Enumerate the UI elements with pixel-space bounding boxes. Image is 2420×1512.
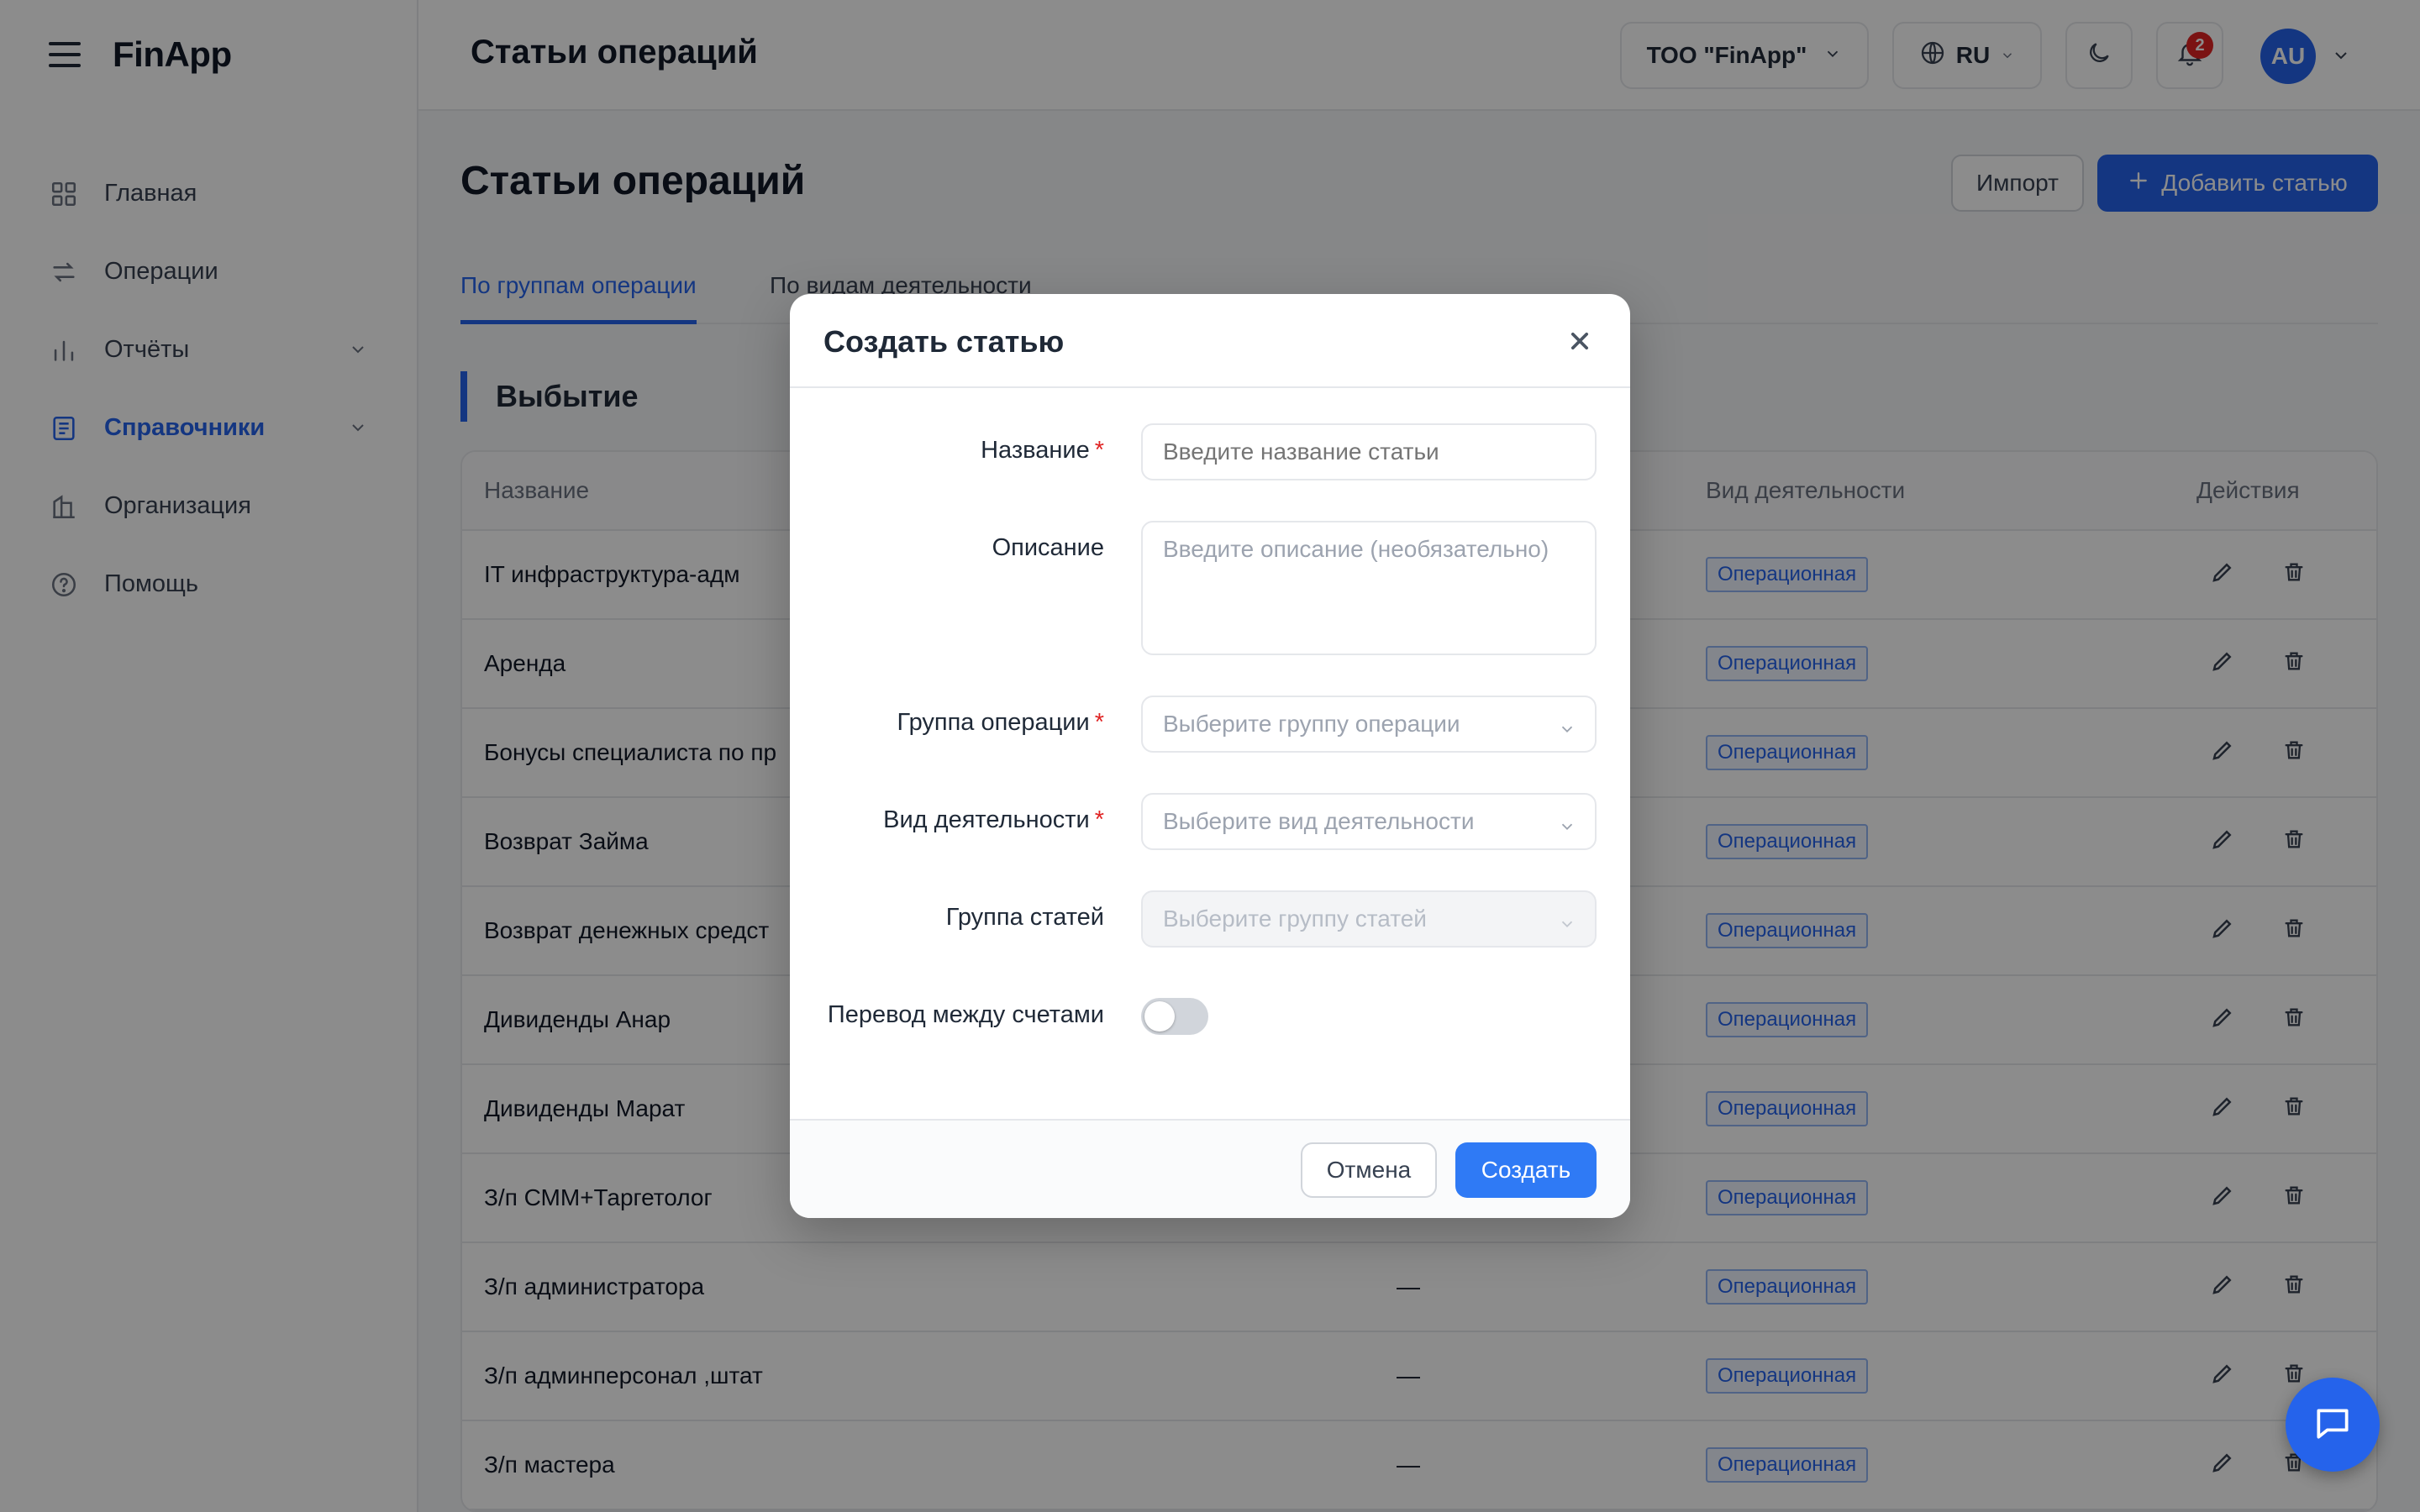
activity-type-select[interactable]: Выберите вид деятельности: [1141, 793, 1597, 850]
chevron-down-icon: [1558, 717, 1576, 744]
name-input[interactable]: [1141, 423, 1597, 480]
operation-group-placeholder: Выберите группу операции: [1163, 711, 1460, 737]
activity-type-label: Вид деятельности *: [883, 806, 1104, 833]
description-label: Описание: [992, 534, 1104, 561]
operation-group-label: Группа операции *: [897, 709, 1105, 736]
modal-header: Создать статью: [790, 294, 1630, 388]
app-root: FinApp Главная Операции Отчёты Справочни…: [0, 0, 2420, 1512]
chevron-down-icon: [1558, 912, 1576, 939]
article-group-select[interactable]: Выберите группу статей: [1141, 890, 1597, 948]
cancel-button[interactable]: Отмена: [1301, 1142, 1437, 1198]
article-group-label: Группа статей: [945, 904, 1104, 931]
toggle-knob: [1144, 1001, 1175, 1032]
chat-button[interactable]: [2286, 1378, 2380, 1472]
article-group-placeholder: Выберите группу статей: [1163, 906, 1427, 932]
description-textarea[interactable]: Введите описание (необязательно): [1141, 521, 1597, 655]
name-label: Название *: [981, 437, 1104, 464]
chevron-down-icon: [1558, 815, 1576, 842]
close-icon[interactable]: [1563, 324, 1597, 358]
create-button[interactable]: Создать: [1455, 1142, 1597, 1198]
required-mark: *: [1094, 709, 1104, 736]
transfer-toggle[interactable]: [1141, 998, 1208, 1035]
description-placeholder: Введите описание (необязательно): [1163, 536, 1549, 562]
activity-type-placeholder: Выберите вид деятельности: [1163, 808, 1475, 834]
required-mark: *: [1094, 437, 1104, 464]
create-article-modal: Создать статью Название* Описание Введит…: [790, 294, 1630, 1218]
transfer-label: Перевод между счетами: [827, 1001, 1104, 1028]
required-mark: *: [1094, 806, 1104, 833]
chat-bubble-icon: [2312, 1402, 2354, 1448]
operation-group-select[interactable]: Выберите группу операции: [1141, 696, 1597, 753]
modal-footer: Отмена Создать: [790, 1119, 1630, 1218]
modal-title: Создать статью: [823, 324, 1065, 359]
